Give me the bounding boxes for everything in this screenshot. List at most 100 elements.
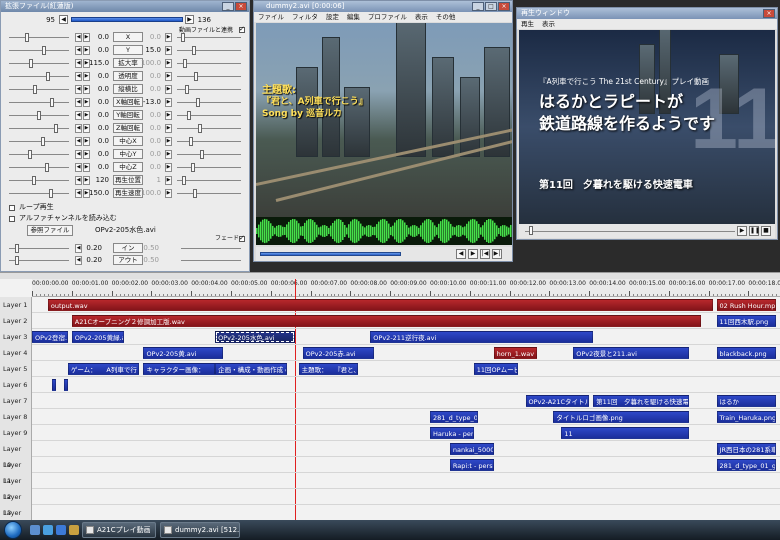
fade-out-decrease[interactable]: ◀ [75,256,82,265]
timeline-clip[interactable]: 11回西木駅.png [716,315,777,327]
param-label-button[interactable]: 拡大率 [113,58,143,68]
timeline-clip[interactable]: OPv2-A21Cタイトル. [525,395,590,407]
param-label-button[interactable]: Y軸回転 [113,110,143,120]
timeline-clip[interactable]: OPv2-211逆行夜.avi [370,331,594,343]
layer-lane[interactable]: Rapi:t - person 281_d_type_01_green [32,457,780,473]
pause-button[interactable]: ❚❚ [749,226,760,236]
menu-item[interactable]: 表示 [542,19,555,29]
timeline-clip[interactable]: 11 [561,427,689,439]
param-decrease[interactable]: ◀ [75,98,82,107]
frame-range-bar[interactable] [71,17,183,22]
layer-label[interactable]: Layer 4 [3,345,27,361]
ref-file-button[interactable]: 参照ファイル [27,225,73,236]
layer-lane[interactable]: RR [32,377,780,393]
loop-checkbox[interactable] [9,205,15,211]
param-value2[interactable]: 0.0 [141,110,161,121]
param-value2[interactable]: 100.0 [141,188,161,199]
param-value2[interactable]: 0.0 [141,162,161,173]
layer-lane[interactable]: OPv2-205黄.avi OPv2-205赤.avi horn_1.wav OPv2… [32,345,780,361]
param-thumb2[interactable] [192,46,196,55]
param-thumb[interactable] [41,137,45,146]
param-value2[interactable]: 1 [141,175,161,186]
fade-out-value[interactable]: 0.20 [82,255,102,266]
param-thumb[interactable] [49,189,53,198]
timeline-clip[interactable]: nankai_50000_ [449,443,494,455]
close-button[interactable]: × [235,2,247,11]
layer-lane[interactable]: nankai_50000_ JR西日本の281系車両 [32,441,780,457]
close-button[interactable]: × [763,9,775,18]
next-frame-button[interactable]: ▶ [185,15,194,24]
param-label-button[interactable]: Y [113,45,143,55]
layer-lane[interactable]: Haruka - perso 11 [32,425,780,441]
param-thumb2[interactable] [193,189,197,198]
timeline-clip[interactable]: Train_Haruka.png [716,411,777,423]
param-increase2[interactable]: ▶ [165,176,172,185]
timeline-clip[interactable]: 281_d_type_01 [430,411,478,423]
timeline-clip[interactable]: 第11回 夕暮れを駆ける快速電車 [593,395,689,407]
menu-item[interactable]: 設定 [326,12,339,22]
timeline-clip[interactable]: blackback.png [716,347,777,359]
param-decrease[interactable]: ◀ [75,33,82,42]
param-increase2[interactable]: ▶ [165,59,172,68]
seek-bar[interactable] [260,252,401,256]
param-decrease[interactable]: ◀ [75,150,82,159]
timeline-clip[interactable]: output.wav [47,299,713,311]
layer-lane[interactable]: OPv2-A21Cタイトル. 第11回 夕暮れを駆ける快速電車 はるか [32,393,780,409]
param-label-button[interactable]: 中心Z [113,162,143,172]
fade-in-value[interactable]: 0.20 [82,243,102,254]
param-increase2[interactable]: ▶ [165,33,172,42]
param-thumb[interactable] [29,59,33,68]
param-value2[interactable]: 0.0 [141,136,161,147]
param-value2[interactable]: 100.0 [141,58,161,69]
param-increase2[interactable]: ▶ [165,85,172,94]
timeline-clip[interactable]: OPv2夜景と211.avi [573,347,689,359]
layer-lane[interactable] [32,489,780,505]
timeline-clip[interactable]: OPv2-205黄緑.avi [71,331,124,343]
show-desktop-icon[interactable] [30,525,40,535]
param-value2[interactable]: 0.0 [141,71,161,82]
menu-item[interactable]: 編集 [347,12,360,22]
param-value2[interactable]: 0.0 [141,84,161,95]
menu-item[interactable]: その他 [436,12,456,22]
param-decrease[interactable]: ◀ [75,85,82,94]
param-thumb[interactable] [46,72,50,81]
param-value[interactable]: 0.0 [89,149,109,160]
param-value[interactable]: 0.0 [89,32,109,43]
param-value[interactable]: 0.0 [89,162,109,173]
param-label-button[interactable]: 中心X [113,136,143,146]
fade-out-value2[interactable]: 0.50 [139,255,159,266]
param-thumb[interactable] [45,163,49,172]
timeline-clip[interactable]: はるか [716,395,777,407]
step-back-button[interactable]: |◀ [480,249,490,259]
param-decrease[interactable]: ◀ [75,137,82,146]
param-value[interactable]: 0.0 [89,71,109,82]
layer-lane[interactable] [32,473,780,489]
param-value[interactable]: 150.0 [89,188,109,199]
param-value[interactable]: 0.0 [89,123,109,134]
taskbar-item[interactable]: dummy2.avi [512... [160,522,240,538]
param-thumb[interactable] [50,98,54,107]
timeline-clip[interactable]: JR西日本の281系車両 [716,443,777,455]
param-decrease[interactable]: ◀ [75,59,82,68]
param-value2[interactable]: 15.0 [141,45,161,56]
fade-in-decrease[interactable]: ◀ [75,244,82,253]
timeline-clip[interactable]: 11回OPムービー [473,363,518,375]
timeline-clip[interactable]: 企画・構成・動画作成 etc [215,363,287,375]
timeline-clip[interactable]: キャラクター画像： [143,363,216,375]
layer-label[interactable]: Layer 6 [3,377,27,393]
play-button[interactable]: ▶ [737,226,747,236]
param-thumb2[interactable] [182,176,186,185]
param-decrease[interactable]: ◀ [75,46,82,55]
param-increase2[interactable]: ▶ [165,124,172,133]
play-button[interactable]: ▶ [468,249,478,259]
param-thumb[interactable] [33,85,37,94]
param-value[interactable]: 0.0 [89,84,109,95]
timeline-clip[interactable]: ゲーム： A列車で行 [67,363,140,375]
param-value[interactable]: 120 [89,175,109,186]
timeline-clip[interactable]: Haruka - perso [430,427,474,439]
param-value[interactable]: 0.0 [89,110,109,121]
param-thumb2[interactable] [183,59,187,68]
param-thumb2[interactable] [196,98,200,107]
param-thumb2[interactable] [181,33,185,42]
param-decrease[interactable]: ◀ [75,124,82,133]
